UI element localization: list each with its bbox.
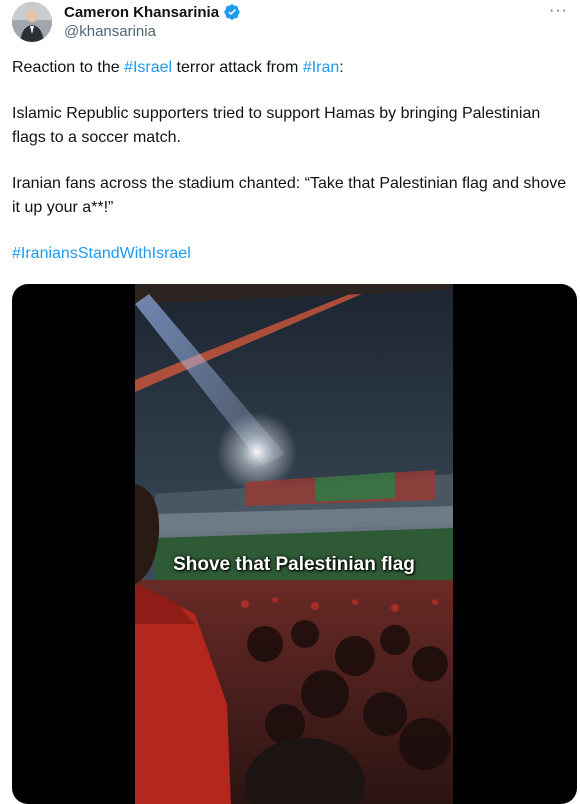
author-name[interactable]: Cameron Khansarinia — [64, 4, 219, 21]
profile-photo-icon — [12, 2, 52, 42]
tweet-paragraph-2: Islamic Republic supporters tried to sup… — [12, 105, 541, 146]
tweet-paragraph-1: Reaction to the #Israel terror attack fr… — [12, 56, 572, 80]
more-options-icon[interactable]: ··· — [549, 2, 568, 20]
hashtag-link-iran[interactable]: #Iran — [303, 59, 339, 76]
verified-badge-icon — [224, 4, 240, 20]
stadium-scene-image — [135, 284, 453, 804]
tweet-text: Reaction to the #Israel terror attack fr… — [12, 56, 572, 266]
text-segment: terror attack from — [172, 59, 303, 76]
video-frame[interactable]: Shove that Palestinian flag — [135, 284, 453, 804]
hashtag-link-iranians-stand-with-israel[interactable]: #IraniansStandWithIsrael — [12, 245, 191, 262]
author-handle[interactable]: @khansarinia — [64, 23, 156, 40]
tweet-paragraph-3: Iranian fans across the stadium chanted:… — [12, 175, 567, 216]
author-name-row: Cameron Khansarinia — [64, 3, 241, 21]
tweet-header: Cameron Khansarinia @khansarinia ··· — [12, 0, 568, 48]
hashtag-link-israel[interactable]: #Israel — [124, 59, 172, 76]
text-segment: : — [339, 59, 344, 76]
avatar[interactable] — [12, 2, 52, 42]
tweet-paragraph-4: #IraniansStandWithIsrael — [12, 242, 572, 266]
video-caption: Shove that Palestinian flag — [173, 554, 415, 575]
text-segment: Reaction to the — [12, 59, 125, 76]
media-video-player[interactable]: Shove that Palestinian flag — [12, 284, 577, 804]
